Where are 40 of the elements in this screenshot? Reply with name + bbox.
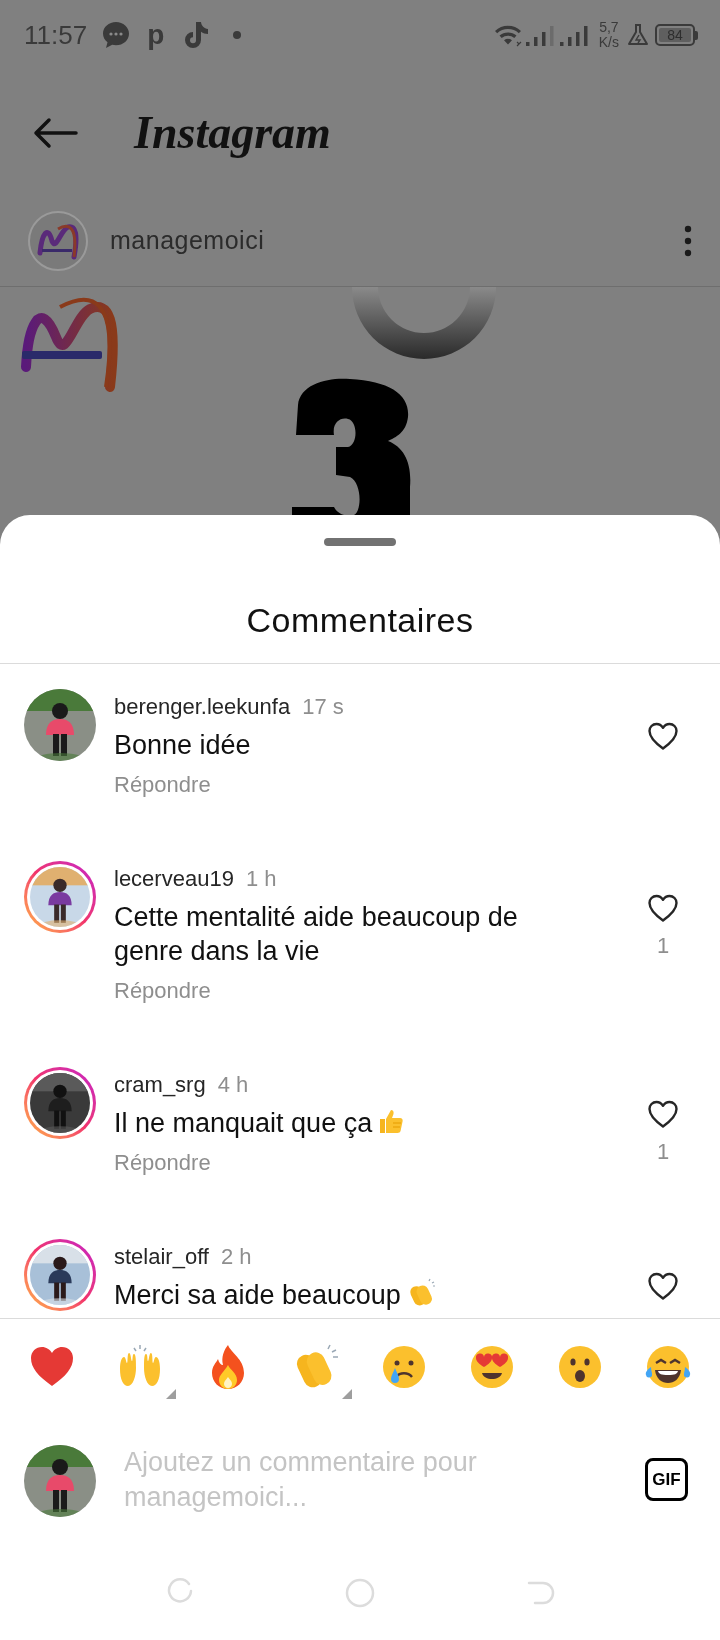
notification-glyph: p: [147, 20, 165, 50]
flask-icon: [627, 23, 649, 47]
header-title: Instagram: [134, 106, 331, 160]
comment-username[interactable]: lecerveau19: [114, 864, 234, 894]
comment-text: Merci sa aide beaucoup: [114, 1280, 401, 1310]
like-count: 1: [656, 1139, 670, 1165]
heart-icon[interactable]: [647, 721, 679, 751]
comment-time: 2 h: [221, 1243, 252, 1271]
crying-face-icon[interactable]: [380, 1343, 428, 1391]
more-options-icon[interactable]: [684, 224, 692, 257]
dot-icon: [232, 30, 243, 40]
sheet-title: Commentaires: [246, 600, 474, 640]
heart-icon[interactable]: [647, 1271, 679, 1301]
post-username[interactable]: managemoici: [110, 221, 265, 260]
like-count: 1: [656, 933, 670, 959]
variant-arrow-icon[interactable]: [166, 1389, 176, 1399]
comment-field[interactable]: Ajoutez un commentaire pour managemoici...: [124, 1445, 625, 1517]
comment-username[interactable]: cram_srg: [114, 1070, 206, 1100]
comment-username[interactable]: berenger.leekunfa: [114, 692, 291, 722]
comment-time: 17 s: [302, 693, 344, 721]
surprised-face-icon[interactable]: [556, 1343, 604, 1391]
heart-icon[interactable]: [647, 893, 679, 923]
back-arrow-icon[interactable]: [32, 116, 78, 149]
laughing-tears-face-icon[interactable]: [644, 1343, 692, 1391]
drag-handle[interactable]: [324, 538, 396, 546]
comment-text: Il ne manquait que ça: [114, 1108, 373, 1138]
status-time: 11:57: [24, 18, 88, 52]
comment-username[interactable]: stelair_off: [114, 1242, 209, 1272]
comment-time: 1 h: [245, 865, 277, 893]
gif-button[interactable]: GIF: [645, 1458, 688, 1501]
variant-arrow-icon[interactable]: [342, 1389, 352, 1399]
heart-eyes-face-icon[interactable]: [468, 1343, 516, 1391]
comment-time: 4 h: [217, 1071, 249, 1099]
network-speed: 5,7: [599, 20, 619, 35]
comment-text: Bonne idée: [114, 730, 251, 760]
heart-icon[interactable]: [647, 1099, 679, 1129]
comment-text: Cette mentalité aide beaucoup de genre dans la vie: [114, 902, 518, 966]
music-note-icon: [182, 20, 211, 50]
network-speed-unit: K/s: [598, 35, 619, 50]
chat-bubble-icon: [101, 20, 132, 50]
